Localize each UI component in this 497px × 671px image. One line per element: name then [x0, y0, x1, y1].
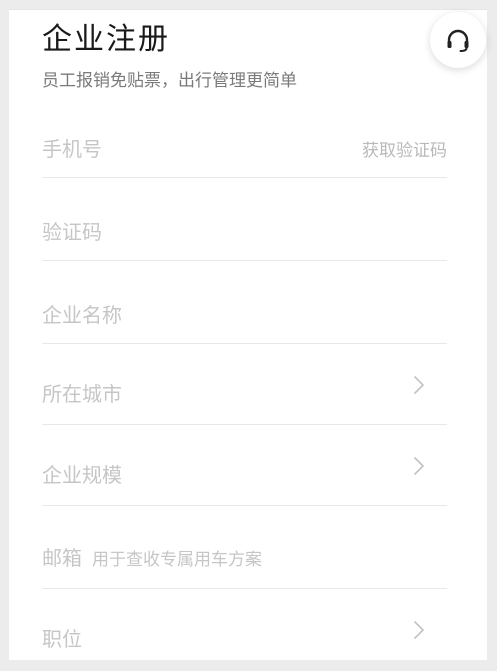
email-label: 邮箱 [42, 546, 82, 570]
customer-service-button[interactable] [430, 12, 486, 68]
company-name-placeholder: 企业名称 [42, 303, 122, 327]
get-verification-code-button[interactable]: 获取验证码 [362, 140, 447, 162]
city-select[interactable]: 所在城市 [42, 343, 447, 425]
verification-code-placeholder: 验证码 [42, 220, 102, 244]
city-placeholder: 所在城市 [42, 382, 122, 406]
chevron-right-icon [414, 457, 424, 475]
verification-code-field[interactable]: 验证码 [42, 177, 447, 261]
chevron-right-icon [414, 621, 424, 639]
registration-card: 企业注册 员工报销免贴票，出行管理更简单 手机号 获取验证码 验证码 企业名称 … [9, 9, 487, 660]
position-placeholder: 职位 [42, 627, 82, 651]
email-hint: 用于查收专属用车方案 [92, 550, 262, 570]
email-field[interactable]: 邮箱 用于查收专属用车方案 [42, 505, 447, 589]
phone-field[interactable]: 手机号 获取验证码 [42, 120, 447, 178]
chevron-right-icon [414, 376, 424, 394]
company-scale-placeholder: 企业规模 [42, 463, 122, 487]
company-scale-select[interactable]: 企业规模 [42, 424, 447, 506]
company-name-field[interactable]: 企业名称 [42, 260, 447, 344]
page-subtitle: 员工报销免贴票，出行管理更简单 [42, 71, 297, 91]
page-title: 企业注册 [42, 22, 170, 57]
phone-field-placeholder: 手机号 [42, 137, 102, 161]
headset-icon [447, 29, 469, 52]
position-select[interactable]: 职位 [42, 588, 447, 671]
email-placeholder: 邮箱 用于查收专属用车方案 [42, 545, 262, 573]
